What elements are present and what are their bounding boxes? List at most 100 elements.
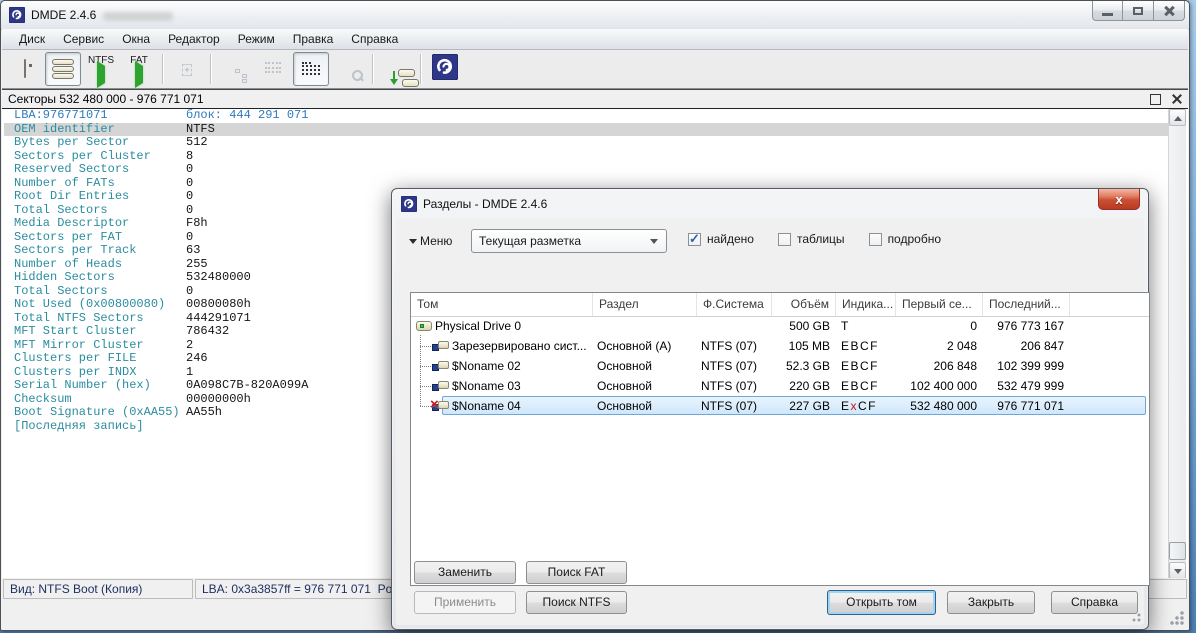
field-value: AA55h bbox=[186, 405, 223, 419]
dialog-menu-button[interactable]: Меню bbox=[409, 234, 452, 248]
close-button[interactable] bbox=[1154, 1, 1185, 21]
sector-view-button[interactable] bbox=[293, 52, 329, 86]
column-header-7[interactable]: Последний... bbox=[983, 293, 1070, 316]
menu-item-6[interactable]: Правка bbox=[284, 30, 343, 48]
partition-icon bbox=[432, 360, 449, 372]
open-ntfs-icon bbox=[97, 60, 105, 88]
column-header-5[interactable]: Индика... bbox=[836, 293, 896, 316]
scrollbar-thumb[interactable] bbox=[1169, 542, 1186, 560]
field-label: Media Descriptor bbox=[14, 216, 130, 230]
panel-close-icon[interactable] bbox=[1171, 93, 1182, 104]
list-view-icon bbox=[265, 62, 281, 76]
field-label: Root Dir Entries bbox=[14, 189, 130, 203]
column-header-3[interactable]: Ф.Система bbox=[697, 293, 772, 316]
checkbox-найдено[interactable]: найдено bbox=[688, 231, 754, 247]
menu-item-4[interactable]: Редактор bbox=[159, 30, 229, 48]
boot-field-row[interactable]: Reserved Sectors 0 bbox=[4, 162, 1169, 177]
volume-size: 105 MB bbox=[788, 339, 830, 353]
field-label: [Последняя запись] bbox=[14, 418, 144, 433]
partition-row[interactable]: $Noname 02 Основной NTFS (07) 52.3 GB EBCF 20… bbox=[411, 356, 1149, 376]
column-header-6[interactable]: Первый се... bbox=[896, 293, 983, 316]
menu-item-2[interactable]: Сервис bbox=[54, 30, 113, 48]
list-view-button bbox=[255, 52, 291, 86]
boot-field-row[interactable]: Sectors per Cluster 8 bbox=[4, 149, 1169, 164]
boot-field-row[interactable]: LBA:976771071 блок: 444 291 071 bbox=[4, 109, 1169, 123]
panel-maximize-icon[interactable] bbox=[1150, 94, 1161, 105]
column-header-1[interactable]: Том bbox=[411, 293, 593, 316]
menu-item-5[interactable]: Режим bbox=[229, 30, 284, 48]
layout-select-value: Текущая разметка bbox=[479, 234, 582, 248]
scroll-down-icon[interactable] bbox=[1169, 562, 1186, 579]
drive-button[interactable] bbox=[7, 52, 43, 86]
partition-row[interactable]: $Noname 03 Основной NTFS (07) 220 GB EBCF 102… bbox=[411, 376, 1149, 396]
vertical-scrollbar[interactable] bbox=[1168, 109, 1186, 579]
minimize-button[interactable] bbox=[1092, 1, 1123, 21]
field-label: Checksum bbox=[14, 391, 72, 406]
checkbox-label: найдено bbox=[707, 232, 754, 246]
toolbar: NTFS FAT ✦ bbox=[2, 50, 1188, 89]
window-title: DMDE 2.4.6 bbox=[31, 8, 97, 22]
file-system bbox=[701, 316, 772, 336]
maximize-button[interactable] bbox=[1123, 1, 1154, 21]
search-fat-button[interactable]: Поиск FAT bbox=[526, 561, 627, 584]
filter-checkboxes: найдено таблицы подробно bbox=[688, 231, 965, 247]
column-header-4[interactable]: Объём bbox=[772, 293, 836, 316]
dmde-logo-button[interactable] bbox=[427, 52, 463, 86]
checkbox-icon[interactable] bbox=[868, 232, 882, 246]
help-button[interactable]: Справка bbox=[1051, 591, 1138, 614]
volume-size: 220 GB bbox=[789, 379, 830, 393]
toolbar-separator bbox=[162, 54, 164, 84]
search-ntfs-button[interactable]: Поиск NTFS bbox=[526, 591, 627, 614]
dialog-title: Разделы - DMDE 2.4.6 bbox=[423, 197, 548, 211]
dialog-resize-grip[interactable] bbox=[1129, 610, 1141, 622]
field-label: Clusters per INDX bbox=[14, 364, 137, 379]
field-label: Total Sectors bbox=[14, 202, 108, 217]
boot-field-row[interactable]: Bytes per Sector 512 bbox=[4, 135, 1169, 150]
field-value: 00000000h bbox=[186, 391, 251, 406]
partition-type: Основной bbox=[597, 399, 653, 413]
indicators: EBCF bbox=[841, 376, 896, 396]
boot-field-row[interactable]: OEM identifier NTFS bbox=[4, 122, 1169, 136]
partition-row[interactable]: Physical Drive 0 500 GB T 0 976 773 167 bbox=[411, 316, 1149, 336]
resize-grip[interactable] bbox=[1170, 611, 1184, 625]
indicator-letters: EBCF bbox=[841, 379, 880, 393]
dialog-close-button[interactable]: x bbox=[1098, 189, 1140, 210]
switch-window-button[interactable] bbox=[379, 52, 419, 87]
first-sector: 102 400 000 bbox=[910, 379, 977, 393]
layout-select[interactable]: Текущая разметка bbox=[471, 229, 667, 253]
last-sector: 976 771 071 bbox=[997, 399, 1064, 413]
apply-button[interactable]: Применить bbox=[414, 591, 516, 614]
menu-item-7[interactable]: Справка bbox=[342, 30, 407, 48]
checkbox-icon[interactable] bbox=[777, 232, 791, 246]
checkbox-icon[interactable] bbox=[688, 231, 701, 247]
column-header-2[interactable]: Раздел bbox=[593, 293, 697, 316]
checkbox-таблицы[interactable]: таблицы bbox=[777, 232, 845, 246]
first-sector: 206 848 bbox=[933, 359, 977, 373]
toolbar-separator bbox=[372, 54, 374, 84]
field-label: Bytes per Sector bbox=[14, 135, 130, 149]
checkbox-подробно[interactable]: подробно bbox=[868, 232, 941, 246]
field-value: 0 bbox=[186, 283, 194, 298]
title-bar: DMDE 2.4.6 bbox=[1, 1, 1189, 30]
open-fat-button[interactable]: FAT bbox=[121, 52, 157, 88]
field-label: Total Sectors bbox=[14, 283, 108, 298]
drive-list-button[interactable] bbox=[45, 52, 81, 86]
scroll-up-icon[interactable] bbox=[1169, 109, 1186, 126]
partition-row[interactable]: × $Noname 04 Основной NTFS (07) 227 GB ExCF 53… bbox=[411, 396, 1149, 416]
replace-button[interactable]: Заменить bbox=[414, 561, 516, 584]
volume-name: Physical Drive 0 bbox=[435, 319, 522, 333]
partition-row[interactable]: Зарезервировано сист... Основной (A) NTFS … bbox=[411, 336, 1149, 356]
dialog-title-bar: Разделы - DMDE 2.4.6 x bbox=[392, 189, 1148, 218]
open-ntfs-button[interactable]: NTFS bbox=[83, 52, 119, 88]
open-volume-button[interactable]: Открыть том bbox=[827, 590, 936, 615]
field-label: Boot Signature (0xAA55) bbox=[14, 405, 180, 419]
menu-item-3[interactable]: Окна bbox=[113, 30, 159, 48]
field-value: 0 bbox=[186, 189, 194, 203]
close-button[interactable]: Закрыть bbox=[947, 591, 1035, 614]
partitions-dialog: Разделы - DMDE 2.4.6 x Меню Текущая разм… bbox=[391, 188, 1150, 630]
toolbar-separator bbox=[420, 54, 422, 84]
menu-item-1[interactable]: Диск bbox=[10, 30, 54, 48]
file-system: NTFS (07) bbox=[701, 399, 758, 413]
file-system: NTFS (07) bbox=[701, 339, 758, 353]
tree-stub bbox=[420, 346, 431, 347]
